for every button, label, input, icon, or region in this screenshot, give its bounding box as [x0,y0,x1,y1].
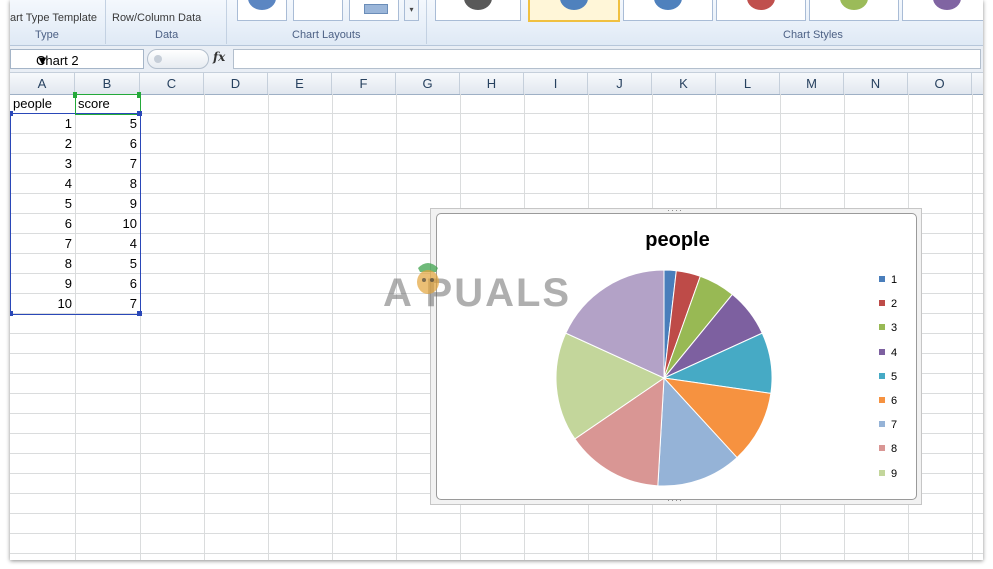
range-handle[interactable] [137,92,141,98]
selected-range-a2-b11 [10,113,141,315]
legend-entry-1[interactable]: 1 [879,274,897,286]
legend-entry-6[interactable]: 6 [879,395,897,407]
style-thumbnail-icon [747,0,775,10]
column-header-m[interactable]: M [780,73,844,94]
chart-layout-1[interactable] [237,0,287,21]
chart-layout-3[interactable] [349,0,399,21]
name-box[interactable]: Chart 2 ▼ [10,49,144,69]
grip-icon [154,55,162,63]
change-chart-type-and-save-template-buttons[interactable]: art Type Template [10,12,97,24]
legend-entry-2[interactable]: 2 [879,298,897,310]
column-header-j[interactable]: J [588,73,652,94]
range-handle[interactable] [137,311,142,316]
legend-label: 9 [891,467,898,480]
legend-label: 8 [891,443,898,456]
group-separator [226,0,227,44]
pie-thumbnail-icon [248,0,276,10]
style-thumbnail-icon [560,0,588,10]
legend-label: 6 [891,395,898,407]
legend-label: 1 [891,274,898,286]
range-handle[interactable] [137,111,142,116]
ribbon: art Type Template Row/Column Data Type D… [10,0,983,46]
column-header-k[interactable]: K [652,73,716,94]
gridline [332,94,333,560]
legend-swatch [879,348,885,355]
formula-input[interactable] [233,49,981,69]
style-thumbnail-icon [840,0,868,10]
switch-row-column-and-select-data-buttons[interactable]: Row/Column Data [112,12,201,24]
gridline [396,94,397,560]
range-handle[interactable] [73,92,77,98]
legend-label: 3 [891,322,898,335]
style-thumbnail-icon [654,0,682,10]
selected-range-b1 [75,94,141,115]
legend-entry-7[interactable]: 7 [879,419,897,431]
layout-thumbnail-icon [364,4,388,14]
legend-swatch [879,469,885,476]
gridline [972,94,973,560]
legend-swatch [879,276,885,282]
chart-style-2[interactable] [528,0,620,22]
legend-swatch [879,421,885,428]
watermark: A PUALS [383,271,572,315]
column-header-c[interactable]: C [140,73,204,94]
legend-entry-8[interactable]: 8 [879,443,897,455]
chart-style-3[interactable] [623,0,713,21]
style-thumbnail-icon [933,0,961,10]
column-header-l[interactable]: L [716,73,780,94]
watermark-mascot-icon [417,263,439,294]
range-handle[interactable] [10,311,13,316]
chart-style-1[interactable] [435,0,521,21]
legend-label: 2 [891,298,898,311]
legend-swatch [879,324,885,331]
pie-plot[interactable] [437,214,918,501]
group-label-data: Data [155,29,179,41]
chart-style-5[interactable] [809,0,899,21]
column-header-o[interactable]: O [908,73,972,94]
formula-bar: Chart 2 ▼ fx [10,46,983,73]
legend-entry-5[interactable]: 5 [879,371,897,383]
legend-label: 7 [891,419,898,432]
cell-a1[interactable]: people [10,94,75,114]
chart-style-6[interactable] [902,0,983,21]
legend-entry-9[interactable]: 9 [879,468,897,480]
column-header-a[interactable]: A [10,73,75,94]
legend-label: 4 [891,346,898,359]
column-header-i[interactable]: I [524,73,588,94]
group-separator [426,0,427,44]
column-header-g[interactable]: G [396,73,460,94]
legend-entry-4[interactable]: 4 [879,347,897,359]
legend-swatch [879,372,885,379]
column-header-b[interactable]: B [75,73,140,94]
chevron-down-icon[interactable]: ▼ [36,53,49,68]
column-header-f[interactable]: F [332,73,396,94]
group-separator [105,0,106,44]
chart-layout-2[interactable] [293,0,343,21]
column-header-n[interactable]: N [844,73,908,94]
legend-entry-3[interactable]: 3 [879,322,897,334]
column-header-d[interactable]: D [204,73,268,94]
gridline [268,94,269,560]
chart-style-4[interactable] [716,0,806,21]
group-label-chart-styles: Chart Styles [783,29,843,41]
legend-label: 5 [891,370,898,383]
insert-function-icon[interactable]: fx [213,50,225,64]
legend-swatch [879,300,885,307]
legend-swatch [879,397,885,403]
layouts-more-button[interactable]: ▾ [404,0,419,21]
gridline [204,94,205,560]
legend-swatch [879,445,885,452]
group-label-type: Type [35,29,59,41]
column-headers: A B C D E F G H I J K L M N O [10,73,983,95]
column-header-e[interactable]: E [268,73,332,94]
style-thumbnail-icon [464,0,492,10]
group-label-chart-layouts: Chart Layouts [292,29,361,41]
chart-area[interactable]: people 123456789 [436,213,917,500]
formula-bar-resize-handle[interactable] [147,49,209,69]
range-handle[interactable] [10,111,13,116]
column-header-h[interactable]: H [460,73,524,94]
